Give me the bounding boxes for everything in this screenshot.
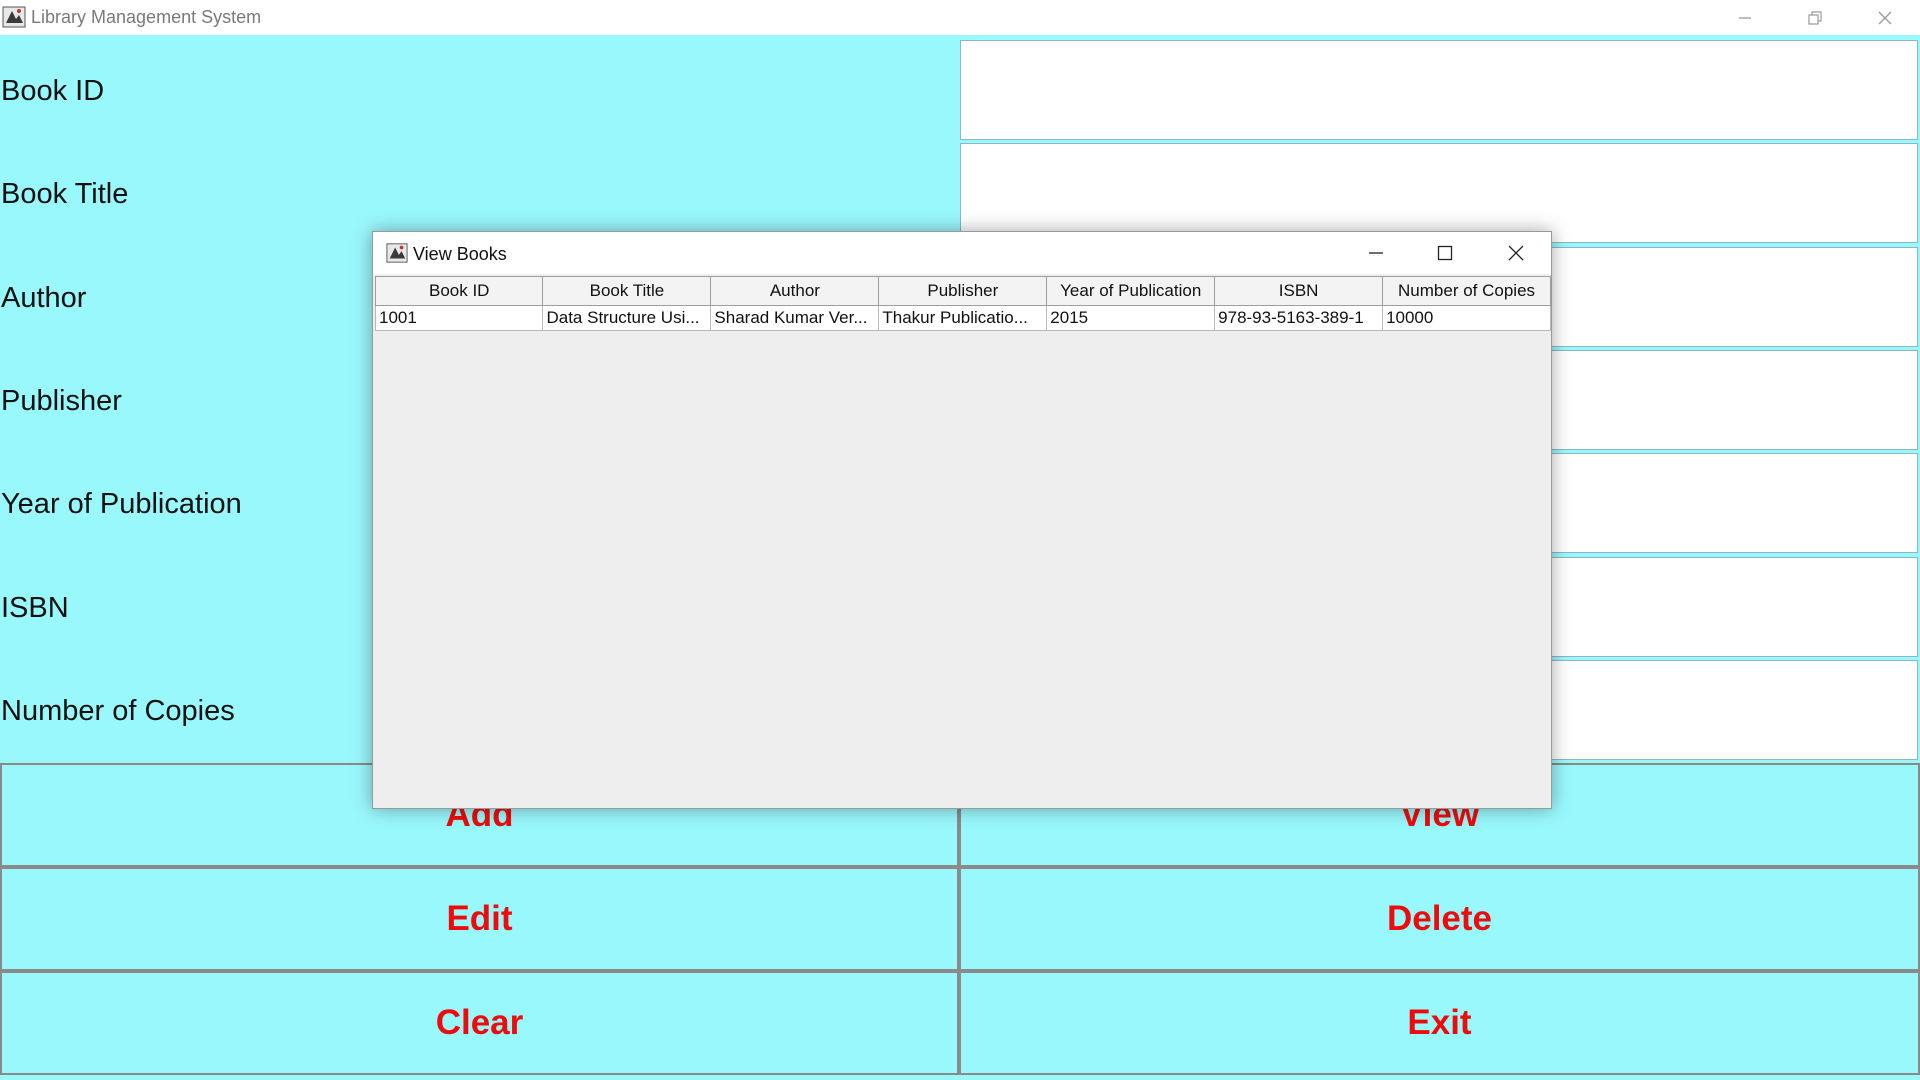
books-table: Book ID Book Title Author Publisher Year… (374, 276, 1551, 331)
window-title: Library Management System (31, 7, 262, 27)
restore-icon (1808, 10, 1822, 25)
column-header[interactable]: Author (710, 276, 880, 306)
label-year: Year of Publication (1, 488, 242, 520)
java-app-icon (386, 243, 408, 263)
label-book-title: Book Title (1, 178, 129, 210)
table-cell[interactable]: Data Structure Usi... (542, 305, 712, 331)
close-button[interactable] (1850, 0, 1920, 35)
table-cell[interactable]: 1001 (374, 305, 544, 331)
label-author: Author (1, 282, 87, 314)
table-row[interactable]: 1001 Data Structure Usi... Sharad Kumar … (374, 305, 1551, 331)
book-title-input[interactable] (960, 143, 1918, 243)
clear-button[interactable]: Clear (0, 971, 959, 1075)
close-icon (1508, 245, 1524, 261)
table-cell[interactable]: 10000 (1382, 305, 1551, 331)
java-app-icon (2, 6, 26, 28)
minimize-icon (1369, 252, 1383, 254)
column-header[interactable]: ISBN (1214, 276, 1384, 306)
exit-button[interactable]: Exit (959, 971, 1920, 1075)
column-header[interactable]: Book ID (374, 276, 544, 306)
dialog-maximize-button[interactable] (1410, 232, 1480, 274)
column-header[interactable]: Book Title (542, 276, 712, 306)
window-titlebar: Library Management System (0, 0, 1920, 35)
dialog-close-button[interactable] (1481, 232, 1551, 274)
view-books-dialog: View Books Book ID Book Title Author Pub… (372, 231, 1552, 809)
label-publisher: Publisher (1, 385, 122, 417)
dialog-title: View Books (413, 244, 507, 264)
dialog-titlebar: View Books (373, 232, 1551, 274)
edit-button[interactable]: Edit (0, 867, 959, 971)
book-id-input[interactable] (960, 40, 1918, 140)
table-header-row: Book ID Book Title Author Publisher Year… (374, 276, 1551, 306)
minimize-button[interactable] (1710, 0, 1780, 35)
delete-button[interactable]: Delete (959, 867, 1920, 971)
table-cell[interactable]: 2015 (1046, 305, 1216, 331)
column-header[interactable]: Number of Copies (1382, 276, 1551, 306)
column-header[interactable]: Publisher (878, 276, 1048, 306)
minimize-icon (1739, 16, 1751, 19)
label-copies: Number of Copies (1, 695, 235, 727)
maximize-icon (1437, 245, 1453, 261)
close-icon (1878, 11, 1892, 24)
column-header[interactable]: Year of Publication (1046, 276, 1216, 306)
table-cell[interactable]: Thakur Publicatio... (878, 305, 1048, 331)
table-cell[interactable]: Sharad Kumar Ver... (710, 305, 880, 331)
table-cell[interactable]: 978-93-5163-389-1 (1214, 305, 1384, 331)
label-book-id: Book ID (1, 75, 105, 107)
restore-button[interactable] (1780, 0, 1850, 35)
label-isbn: ISBN (1, 592, 69, 624)
dialog-minimize-button[interactable] (1341, 232, 1411, 274)
